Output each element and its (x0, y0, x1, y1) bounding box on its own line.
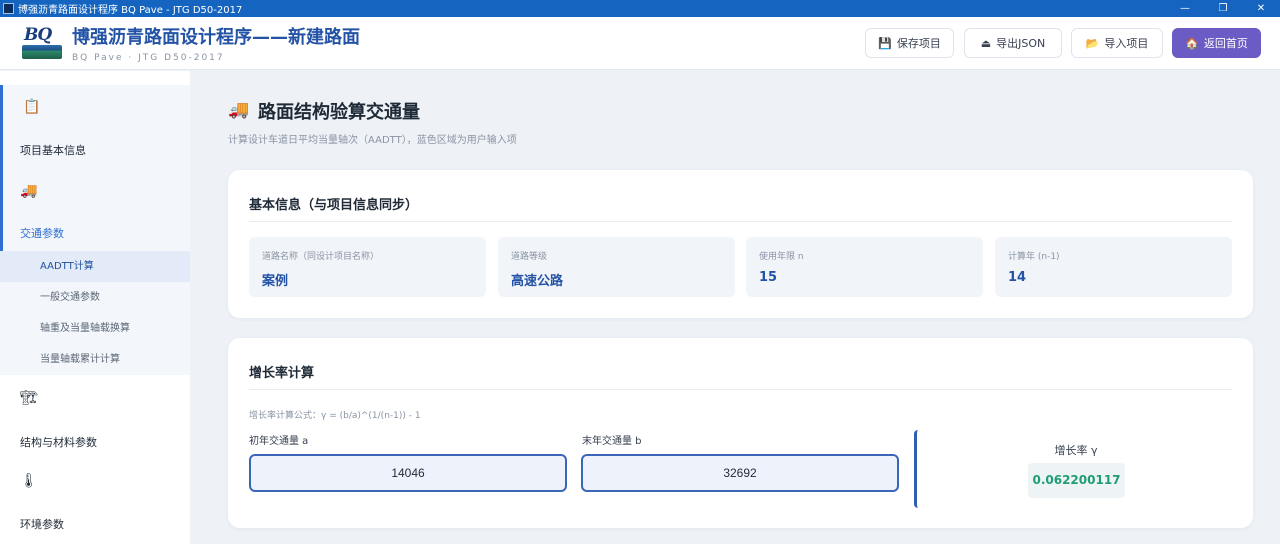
folder-icon: 📂 (1085, 36, 1100, 50)
import-project-label: 导入项目 (1104, 37, 1149, 50)
minimize-button[interactable]: — (1166, 0, 1204, 17)
logo-road-graphic (22, 45, 62, 59)
import-project-button[interactable]: 📂 导入项目 (1071, 28, 1163, 58)
back-home-button[interactable]: 🏠 返回首页 (1172, 28, 1261, 58)
growth-rate-label: 增长率 γ (1054, 444, 1098, 457)
sidebar-subitem-general-traffic[interactable]: 一般交通参数 (0, 282, 190, 313)
layers-icon: 🏗 (20, 390, 38, 406)
save-project-button[interactable]: 💾 保存项目 (865, 28, 954, 58)
thermometer-icon: 🌡 (20, 473, 38, 489)
growth-rate-card: 增长率计算 增长率计算公式：γ = (b/a)^(1/(n-1)) - 1 初年… (228, 338, 1253, 528)
sidebar-subitem-aadtt[interactable]: AADTT计算 (0, 251, 190, 282)
sidebar-item-traffic-label[interactable]: 交通参数 (20, 225, 64, 241)
window-title: 博强沥青路面设计程序 BQ Pave - JTG D50-2017 (18, 5, 243, 16)
service-life-value: 15 (759, 270, 778, 285)
save-icon: 💾 (878, 36, 892, 50)
road-name-tile: 道路名称（同设计项目名称） 案例 (249, 237, 486, 297)
road-grade-label: 道路等级 (511, 252, 548, 262)
sidebar: 📋 项目基本信息 🚚 交通参数 AADTT计算 一般交通参数 轴重及当量轴载换算… (0, 71, 190, 544)
initial-traffic-input[interactable] (249, 454, 567, 492)
calc-year-value: 14 (1008, 270, 1027, 285)
road-grade-tile: 道路等级 高速公路 (498, 237, 735, 297)
app-icon (3, 3, 14, 14)
sidebar-item-environment[interactable]: 环境参数 (20, 516, 64, 532)
basic-info-title: 基本信息（与项目信息同步） (249, 198, 419, 213)
road-grade-value: 高速公路 (511, 274, 564, 289)
divider (249, 221, 1232, 222)
export-icon: ⏏ (980, 36, 992, 50)
divider (249, 389, 1232, 390)
calc-year-tile: 计算年 (n-1) 14 (995, 237, 1232, 297)
close-button[interactable]: ✕ (1242, 0, 1280, 17)
app-title: 博强沥青路面设计程序——新建路面 (72, 27, 360, 48)
sidebar-item-label: 项目基本信息 (20, 144, 86, 157)
growth-rate-result-panel: 增长率 γ 0.062200117 (914, 430, 1232, 508)
logo-text: BQ (24, 25, 52, 45)
export-json-label: 导出JSON (996, 37, 1046, 50)
growth-formula: 增长率计算公式：γ = (b/a)^(1/(n-1)) - 1 (249, 411, 421, 421)
final-traffic-label: 末年交通量 b (582, 436, 642, 447)
export-json-button[interactable]: ⏏ 导出JSON (964, 28, 1062, 58)
initial-traffic-label: 初年交通量 a (249, 436, 309, 447)
sidebar-item-project-info[interactable]: 📋 项目基本信息 🚚 交通参数 (0, 85, 190, 251)
bq-logo: BQ (22, 25, 62, 61)
app-header: BQ 博强沥青路面设计程序——新建路面 BQ Pave · JTG D50-20… (0, 17, 1280, 70)
sidebar-subitem-axle-conversion[interactable]: 轴重及当量轴载换算 (0, 313, 190, 344)
final-traffic-input[interactable] (581, 454, 899, 492)
page-title: 路面结构验算交通量 (258, 102, 420, 123)
calc-year-label: 计算年 (n-1) (1008, 252, 1060, 262)
road-name-label: 道路名称（同设计项目名称） (262, 252, 380, 262)
growth-rate-value: 0.062200117 (1028, 463, 1125, 498)
page-description: 计算设计车道日平均当量轴次（AADTT），蓝色区域为用户输入项 (228, 135, 517, 146)
truck-icon: 🚚 (228, 100, 250, 120)
window-titlebar: 博强沥青路面设计程序 BQ Pave - JTG D50-2017 — ❐ ✕ (0, 0, 1280, 17)
growth-rate-title: 增长率计算 (249, 366, 315, 381)
sidebar-item-structure-materials[interactable]: 结构与材料参数 (20, 434, 97, 450)
save-project-label: 保存项目 (896, 37, 941, 50)
truck-icon: 🚚 (20, 183, 38, 199)
home-icon: 🏠 (1185, 36, 1199, 50)
app-subtitle: BQ Pave · JTG D50-2017 (72, 53, 225, 63)
sidebar-subitem-cumulative-axle[interactable]: 当量轴载累计计算 (0, 344, 190, 375)
service-life-tile: 使用年限 n 15 (746, 237, 983, 297)
restore-button[interactable]: ❐ (1204, 0, 1242, 17)
back-home-label: 返回首页 (1203, 37, 1248, 50)
basic-info-card: 基本信息（与项目信息同步） 道路名称（同设计项目名称） 案例 道路等级 高速公路… (228, 170, 1253, 318)
service-life-label: 使用年限 n (759, 252, 804, 262)
road-name-value: 案例 (262, 274, 289, 289)
clipboard-icon: 📋 (23, 99, 41, 115)
